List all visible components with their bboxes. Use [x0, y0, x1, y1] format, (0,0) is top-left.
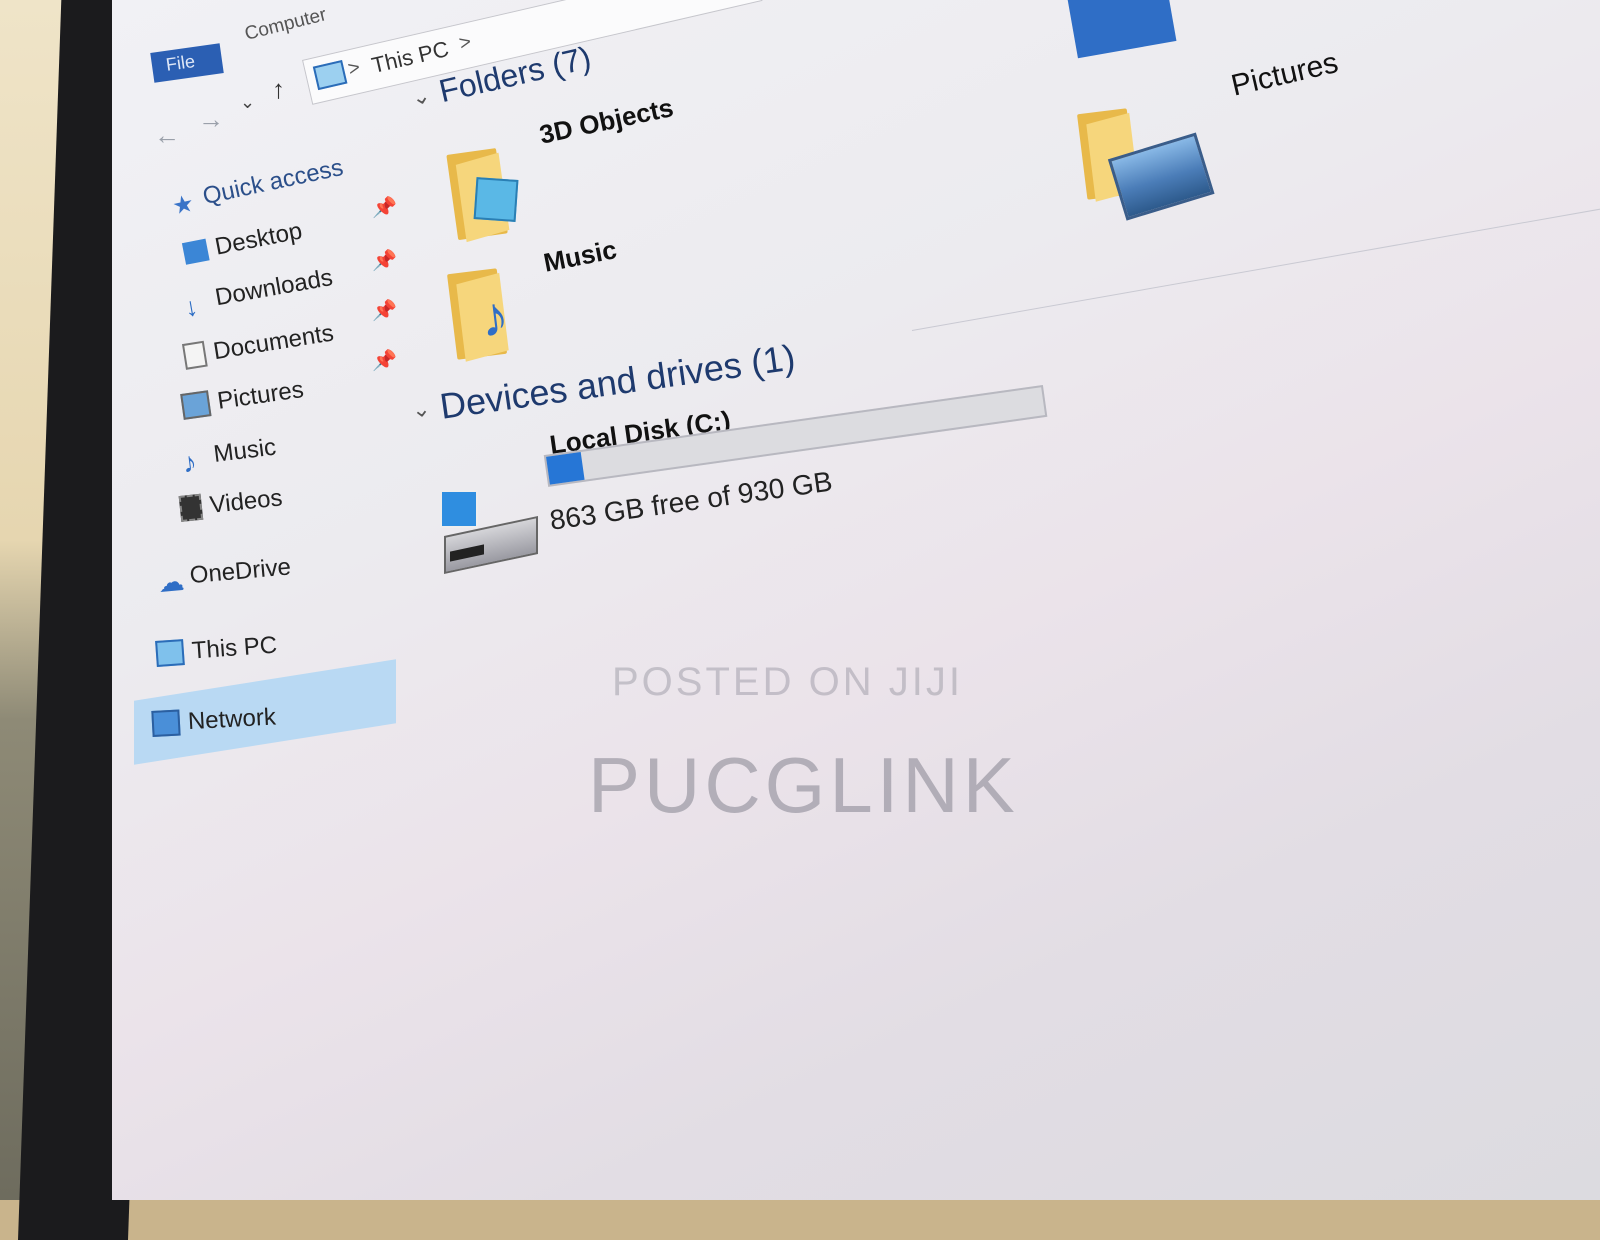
- downloads-icon: ↓: [182, 290, 201, 323]
- sidebar-item-onedrive[interactable]: ☁ OneDrive: [157, 553, 293, 598]
- pin-icon[interactable]: 📌: [372, 348, 397, 373]
- this-pc-icon: [155, 639, 185, 667]
- sidebar-item-label: Downloads: [213, 264, 335, 312]
- folder-pictures-label[interactable]: Pictures: [1228, 46, 1341, 104]
- folders-group-header[interactable]: ⌄ Folders (7): [408, 39, 595, 116]
- sidebar-item-label: Quick access: [200, 153, 346, 211]
- sidebar-item-music[interactable]: ♪ Music: [180, 433, 278, 479]
- navigation-pane: ★ Quick access Desktop 📌 ↓ Downloads 📌 D…: [122, 90, 402, 1200]
- sidebar-item-documents[interactable]: Documents: [181, 319, 336, 370]
- sidebar-item-quick-access[interactable]: ★ Quick access: [169, 153, 346, 221]
- folder-3d-objects-label[interactable]: 3D Objects: [537, 92, 676, 151]
- chevron-down-icon: ⌄: [409, 81, 433, 111]
- sidebar-item-label: Videos: [208, 484, 284, 519]
- sidebar-item-videos[interactable]: Videos: [178, 484, 284, 523]
- sidebar-item-desktop[interactable]: Desktop: [181, 217, 304, 267]
- tab-computer[interactable]: Computer: [243, 4, 329, 46]
- sidebar-item-label: OneDrive: [188, 553, 293, 590]
- content-pane: ⌄ Folders (7) 3D Objects ♪ Music Picture…: [409, 0, 1600, 1200]
- pin-icon[interactable]: 📌: [372, 195, 397, 220]
- folder-partial-icon: [1067, 0, 1177, 59]
- folder-music-label[interactable]: Music: [541, 234, 619, 278]
- tab-file[interactable]: File: [150, 43, 224, 83]
- desktop-icon: [181, 238, 210, 265]
- sidebar-item-this-pc[interactable]: This PC: [155, 632, 278, 668]
- videos-icon: [178, 493, 204, 522]
- disk-usage-fill: [546, 451, 585, 485]
- folders-group-title: Folders (7): [435, 39, 595, 110]
- this-pc-icon: [312, 59, 348, 91]
- sidebar-item-label: This PC: [190, 631, 278, 665]
- pictures-folder-icon[interactable]: [1077, 106, 1215, 221]
- star-icon: ★: [169, 189, 197, 221]
- sidebar-item-label: Desktop: [212, 217, 305, 261]
- chevron-down-icon: ⌄: [410, 395, 432, 423]
- pin-icon[interactable]: 📌: [372, 298, 397, 323]
- pin-icon[interactable]: 📌: [372, 248, 397, 273]
- sidebar-item-label: Music: [212, 433, 278, 469]
- watermark-line-2: PUCGLINK: [588, 741, 1019, 829]
- music-folder-icon[interactable]: ♪: [447, 266, 523, 362]
- music-icon: ♪: [180, 446, 199, 479]
- sidebar-item-downloads[interactable]: ↓ Downloads: [182, 264, 335, 323]
- cloud-icon: ☁: [157, 565, 186, 598]
- watermark-line-1: POSTED ON JIJI: [612, 660, 963, 704]
- sidebar-item-label: Pictures: [215, 376, 306, 415]
- pictures-icon: [180, 390, 212, 420]
- sidebar-item-label: Documents: [211, 319, 336, 366]
- breadcrumb-separator: >: [345, 56, 363, 81]
- file-explorer-window: File Computer ← → ⌄ ↑ > This PC > ★ Quic…: [112, 0, 1600, 1200]
- group-divider: [911, 208, 1600, 331]
- sidebar-item-pictures[interactable]: Pictures: [180, 376, 305, 421]
- 3d-objects-icon[interactable]: [446, 146, 523, 243]
- documents-icon: [181, 340, 208, 370]
- sidebar-item-label: Network: [187, 703, 277, 736]
- local-disk-icon[interactable]: [440, 490, 538, 574]
- network-icon: [151, 709, 181, 737]
